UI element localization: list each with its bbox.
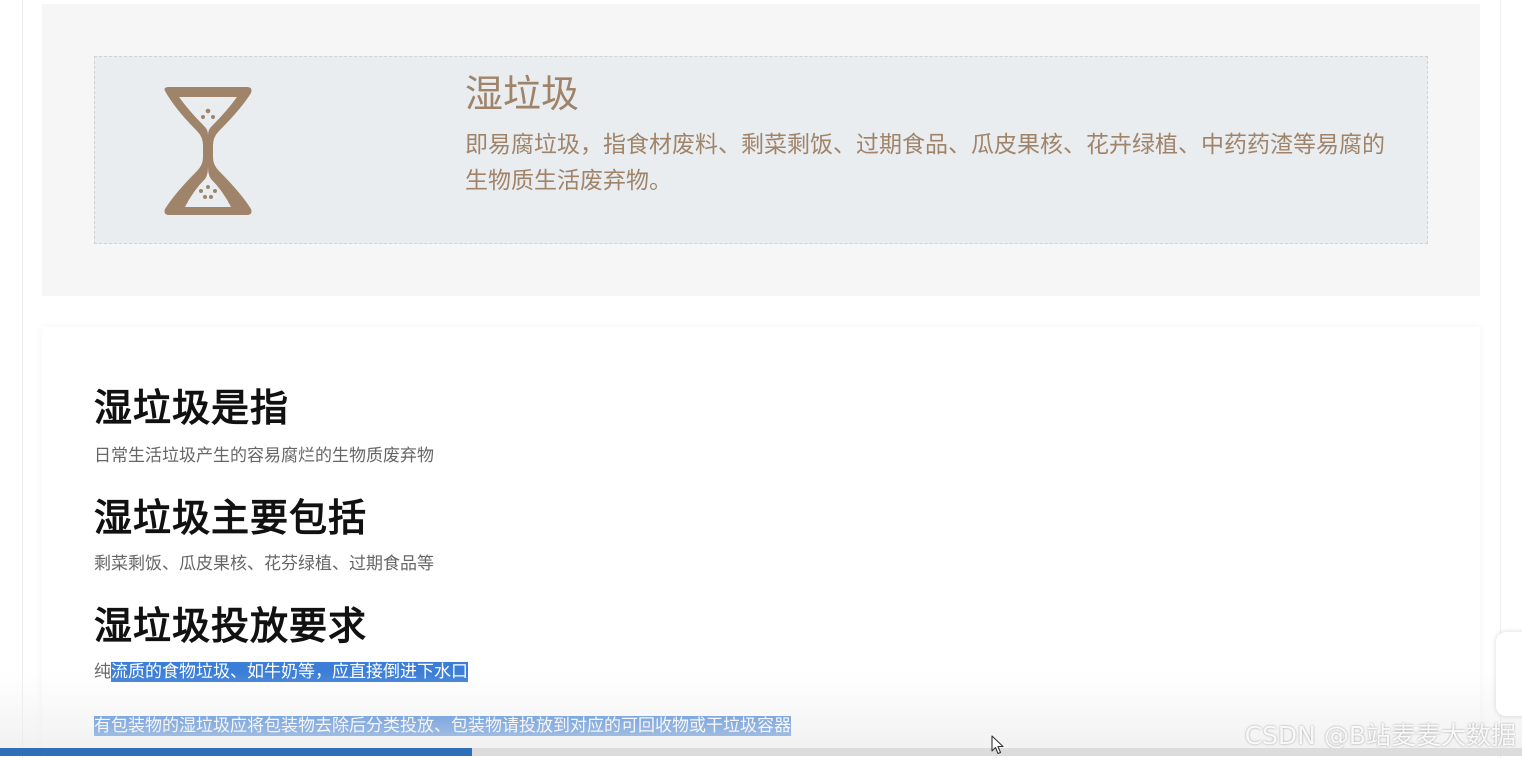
- category-description: 即易腐垃圾，指食材废料、剩菜剩饭、过期食品、瓜皮果核、花卉绿植、中药药渣等易腐的…: [465, 132, 1385, 194]
- side-floating-widget[interactable]: [1496, 632, 1522, 716]
- section-heading-definition: 湿垃圾是指: [94, 386, 290, 430]
- section-text-requirements-2: 有包装物的湿垃圾应将包装物去除后分类投放、包装物请投放到对应的可回收物或干垃圾容…: [94, 711, 791, 736]
- page: 湿垃圾 即易腐垃圾，指食材废料、剩菜剩饭、过期食品、瓜皮果核、花卉绿植、中药药渣…: [0, 0, 1522, 758]
- category-title: 湿垃圾: [465, 72, 580, 116]
- section-heading-requirements: 湿垃圾投放要求: [94, 604, 368, 648]
- category-panel: 湿垃圾 即易腐垃圾，指食材废料、剩菜剩饭、过期食品、瓜皮果核、花卉绿植、中药药渣…: [42, 4, 1480, 296]
- content-card: 湿垃圾是指 日常生活垃圾产生的容易腐烂的生物质废弃物 湿垃圾主要包括 剩菜剩饭、…: [42, 327, 1480, 758]
- section-text-includes: 剩菜剩饭、瓜皮果核、花芬绿植、过期食品等: [94, 554, 434, 574]
- mouse-cursor-icon: [991, 735, 1004, 755]
- video-progress-bar[interactable]: [0, 748, 1522, 756]
- watermark: CSDN @B站麦麦大数据: [1244, 721, 1516, 750]
- section-text-definition: 日常生活垃圾产生的容易腐烂的生物质废弃物: [94, 446, 434, 466]
- section-text-requirements: 纯流质的食物垃圾、如牛奶等，应直接倒进下水口: [94, 657, 468, 682]
- selected-text-2: 有包装物的湿垃圾应将包装物去除后分类投放、包装物请投放到对应的可回收物或干垃圾容…: [94, 716, 791, 736]
- requirement-prefix: 纯: [94, 662, 111, 682]
- video-progress-fill: [0, 748, 472, 756]
- left-divider: [22, 0, 23, 758]
- selected-text: 流质的食物垃圾、如牛奶等，应直接倒进下水口: [111, 662, 468, 682]
- category-feature-box: 湿垃圾 即易腐垃圾，指食材废料、剩菜剩饭、过期食品、瓜皮果核、花卉绿植、中药药渣…: [94, 56, 1428, 244]
- section-heading-includes: 湿垃圾主要包括: [94, 496, 368, 540]
- hourglass-icon: [164, 87, 252, 215]
